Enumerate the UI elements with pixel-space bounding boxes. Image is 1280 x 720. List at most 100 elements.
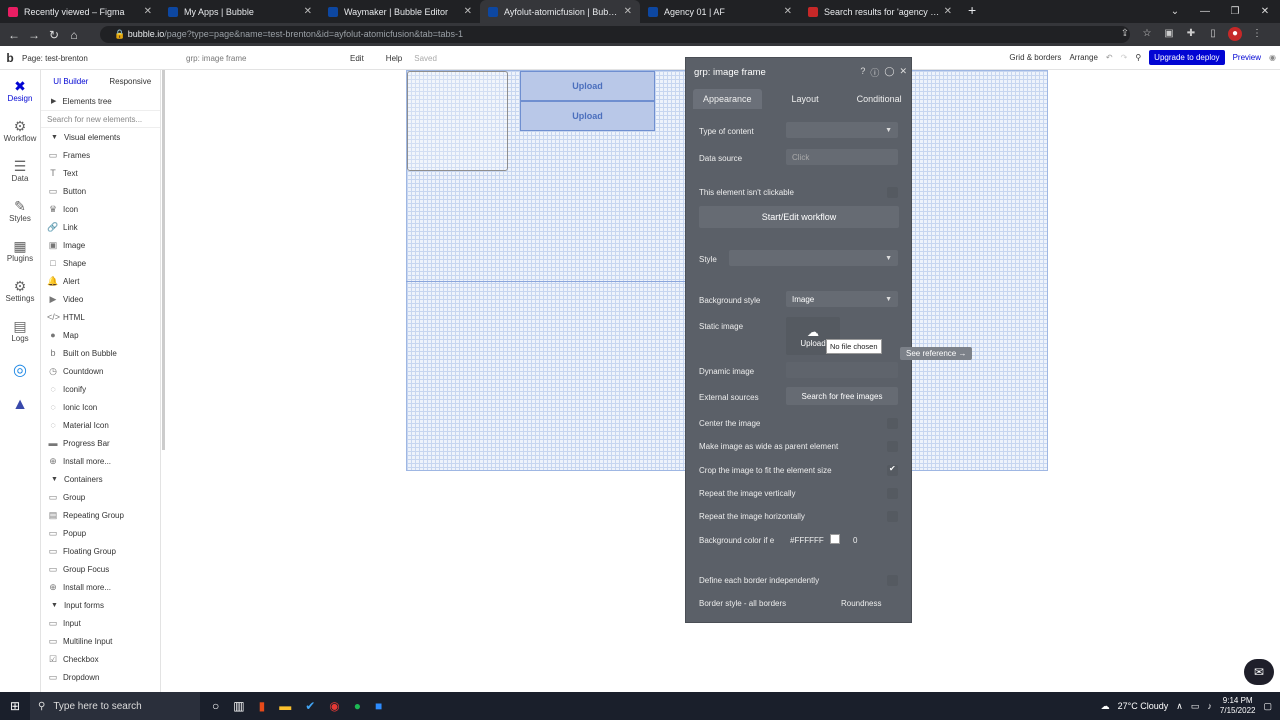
url-field[interactable]: 🔒 bubble.io/page?type=page&name=test-bre… [100,26,1130,43]
palette-item[interactable]: ▭ Frames [41,146,160,164]
rail-item-design[interactable]: ✖ Design [0,70,40,110]
help-menu[interactable]: Help [378,54,410,63]
search-icon[interactable]: ⚲ [1135,53,1141,62]
tab-layout[interactable]: Layout [782,89,829,109]
office-icon[interactable]: ▮ [259,699,266,713]
close-tab-icon[interactable]: ✕ [624,6,632,17]
comment-icon[interactable]: ◯ [884,66,894,79]
notifications-icon[interactable]: ▢ [1263,701,1272,712]
plugin-triangle-icon[interactable]: ▲ [0,386,40,422]
redo-icon[interactable]: ↷ [1121,53,1128,62]
border-independent-checkbox[interactable] [887,575,898,586]
todo-icon[interactable]: ✔ [305,699,315,713]
dynamic-image-field[interactable] [786,362,898,378]
palette-item[interactable]: ▣ Image [41,236,160,254]
repeat-horizontal-checkbox[interactable] [887,511,898,522]
style-dropdown[interactable]: ▼ [729,250,898,266]
preview-link[interactable]: Preview [1233,53,1261,62]
menu-icon[interactable]: ⋮ [1250,27,1264,41]
not-clickable-checkbox[interactable] [887,187,898,198]
grid-borders-menu[interactable]: Grid & borders [1009,53,1061,62]
palette-item[interactable]: ◌ Ionic Icon [41,398,160,416]
bookmark-star-icon[interactable]: ☆ [1140,27,1154,41]
arrange-menu[interactable]: Arrange [1069,53,1097,62]
bubble-logo[interactable]: b [0,51,20,65]
palette-item[interactable]: ▬ Progress Bar [41,434,160,452]
plugin-circle-icon[interactable]: ◎ [0,350,40,386]
close-window-button[interactable]: ✕ [1250,0,1280,23]
network-icon[interactable]: ▭ [1191,701,1200,712]
browser-tab[interactable]: Agency 01 | AF ✕ [640,0,800,23]
rail-item-data[interactable]: ☰ Data [0,150,40,190]
palette-item[interactable]: </> HTML [41,308,160,326]
wide-parent-checkbox[interactable] [887,441,898,452]
browser-tab[interactable]: Recently viewed – Figma ✕ [0,0,160,23]
forward-button[interactable]: → [24,28,44,42]
palette-item[interactable]: ▤ Repeating Group [41,506,160,524]
zoom-icon[interactable]: ■ [375,699,382,713]
palette-item[interactable]: ☑ Checkbox [41,650,160,668]
background-style-dropdown[interactable]: Image ▼ [786,291,898,307]
taskbar-clock[interactable]: 9:14 PM 7/15/2022 [1220,696,1256,716]
reload-button[interactable]: ↻ [44,28,64,42]
background-opacity-value[interactable]: 0 [853,536,857,545]
chrome-icon[interactable]: ◉ [329,699,339,713]
palette-item[interactable]: ▭ Button [41,182,160,200]
palette-item[interactable]: ◌ Material Icon [41,416,160,434]
palette-item[interactable]: ▭ Floating Group [41,542,160,560]
restore-button[interactable]: ❐ [1220,0,1250,23]
profile-avatar[interactable]: ● [1228,27,1242,41]
palette-item[interactable]: 🔔 Alert [41,272,160,290]
account-icon[interactable]: ◉ [1269,53,1276,62]
palette-item[interactable]: □ Shape [41,254,160,272]
palette-item[interactable]: ◷ Countdown [41,362,160,380]
palette-item[interactable]: ▭ Dropdown [41,668,160,686]
palette-item[interactable]: ▭ Group Focus [41,560,160,578]
palette-item[interactable]: ◌ Iconify [41,380,160,398]
task-view-icon[interactable]: ▥ [233,699,244,713]
section-containers[interactable]: ▼ Containers [41,470,160,488]
minimize-button[interactable]: — [1190,0,1220,23]
browser-tab[interactable]: My Apps | Bubble ✕ [160,0,320,23]
help-icon[interactable]: ? [860,66,865,79]
palette-item[interactable]: 🔗 Link [41,218,160,236]
background-color-value[interactable]: #FFFFFF [790,536,824,545]
rail-item-workflow[interactable]: ⚙ Workflow [0,110,40,150]
close-tab-icon[interactable]: ✕ [144,6,152,17]
palette-item[interactable]: ▶ Video [41,290,160,308]
extension-icon[interactable]: ▣ [1162,27,1176,41]
undo-icon[interactable]: ↶ [1106,53,1113,62]
tray-chevron-icon[interactable]: ∧ [1176,701,1183,712]
close-tab-icon[interactable]: ✕ [784,6,792,17]
browser-tab[interactable]: Waymaker | Bubble Editor ✕ [320,0,480,23]
palette-item[interactable]: ⊕ Install more... [41,578,160,596]
close-icon[interactable]: ✕ [899,66,907,79]
taskbar-search[interactable]: ⚲ Type here to search [30,692,200,720]
palette-item[interactable]: b Built on Bubble [41,344,160,362]
tab-appearance[interactable]: Appearance [693,89,762,109]
type-of-content-dropdown[interactable]: ▼ [786,122,898,138]
rail-item-plugins[interactable]: ▦ Plugins [0,230,40,270]
back-button[interactable]: ← [4,28,24,42]
tab-ui-builder[interactable]: UI Builder [41,77,101,86]
element-search-input[interactable]: Search for new elements... [41,110,160,128]
close-tab-icon[interactable]: ✕ [464,6,472,17]
puzzle-icon[interactable]: ✚ [1184,27,1198,41]
file-explorer-icon[interactable]: ▬ [279,699,291,713]
browser-tab[interactable]: Ayfolut-atomicfusion | Bubble Ed ✕ [480,0,640,23]
rail-item-logs[interactable]: ▤ Logs [0,310,40,350]
section-visual-elements[interactable]: ▼ Visual elements [41,128,160,146]
image-frame-group[interactable] [407,71,508,171]
volume-icon[interactable]: ♪ [1207,701,1212,711]
palette-item[interactable]: T Text [41,164,160,182]
rail-item-styles[interactable]: ✎ Styles [0,190,40,230]
upgrade-button[interactable]: Upgrade to deploy [1149,50,1225,65]
page-selector[interactable]: Page: test-brenton [20,54,180,63]
spotify-icon[interactable]: ● [354,699,361,713]
upload-element-1[interactable]: Upload [520,71,655,101]
palette-item[interactable]: ▭ Input [41,614,160,632]
rail-item-settings[interactable]: ⚙ Settings [0,270,40,310]
weather-icon[interactable]: ☁ [1101,701,1110,712]
palette-item[interactable]: ⊕ Install more... [41,452,160,470]
elements-tree-toggle[interactable]: ▶ Elements tree [41,92,160,110]
